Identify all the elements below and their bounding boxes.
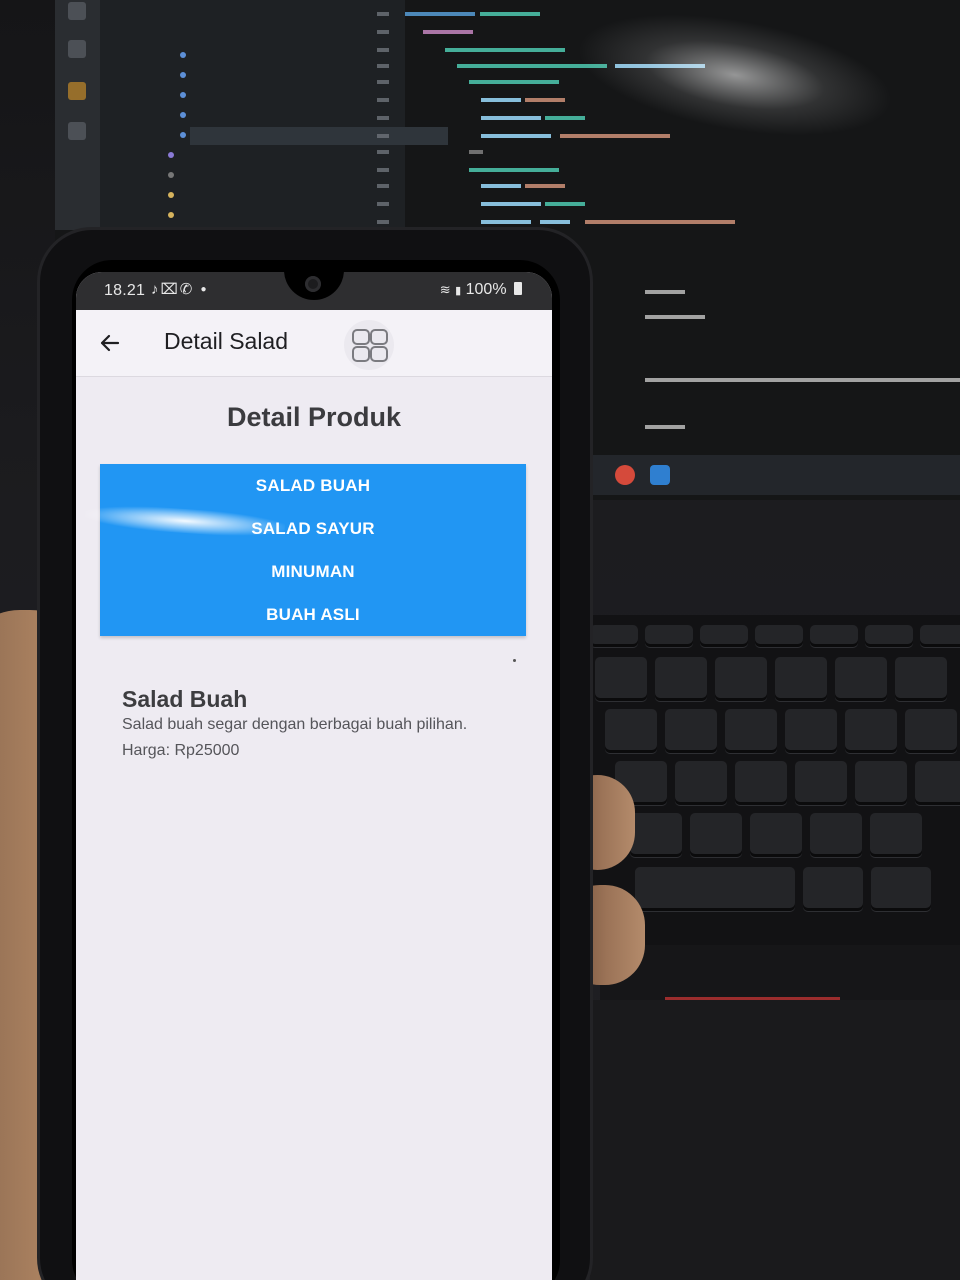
vscode-icon [650, 465, 670, 485]
explorer-row [180, 50, 192, 61]
keyboard-key [735, 761, 787, 805]
tiktok-icon: ♪ [151, 281, 161, 298]
chrome-icon [615, 465, 635, 485]
buah-asli-button[interactable]: BUAH ASLI [100, 593, 526, 636]
keyboard-key [700, 625, 748, 647]
testing-icon [68, 122, 86, 140]
keyboard-key [590, 625, 638, 647]
explorer-row [168, 190, 180, 201]
explorer-row [180, 110, 192, 121]
explorer-row [168, 150, 180, 161]
product-description: Salad buah segar dengan berbagai buah pi… [122, 716, 468, 733]
keyboard-key [810, 813, 862, 857]
editor-file-explorer [100, 0, 448, 230]
status-time: 18.21 [104, 282, 146, 299]
keyboard-key [595, 657, 647, 701]
status-right: ≋ ▮ 100% [440, 281, 522, 299]
keyboard-key [785, 709, 837, 753]
keyboard-key [755, 625, 803, 647]
keyboard-key [915, 761, 960, 805]
wifi-icon: ≋ [439, 282, 451, 297]
keyboard-key [715, 657, 767, 701]
battery-icon [514, 282, 522, 295]
salad-buah-button[interactable]: SALAD BUAH [100, 464, 526, 507]
status-bar: 18.21 ♪⌧✆ ● ≋ ▮ 100% [76, 272, 552, 310]
explorer-row [168, 210, 180, 221]
keyboard-key [725, 709, 777, 753]
notification-icons: ♪⌧✆ ● [151, 280, 209, 298]
capcut-icon: ⌧ [160, 281, 180, 298]
phone-screen: 18.21 ♪⌧✆ ● ≋ ▮ 100% Detail Salad Detail… [76, 272, 552, 1280]
keyboard-key [803, 867, 863, 911]
keyboard-key [865, 625, 913, 647]
laptop-taskbar [585, 455, 960, 495]
editor-activity-bar [55, 0, 100, 230]
whatsapp-icon: ✆ [179, 281, 195, 298]
keyboard-key [775, 657, 827, 701]
keyboard-key [835, 657, 887, 701]
keyboard-key [645, 625, 693, 647]
keyboard-key [635, 867, 795, 911]
keyboard-key [871, 867, 931, 911]
keyboard-key [895, 657, 947, 701]
category-menu: SALAD BUAH SALAD SAYUR MINUMAN BUAH ASLI [84, 464, 526, 636]
front-camera [305, 276, 321, 292]
keyboard-key [605, 709, 657, 753]
photo-scene: 18.21 ♪⌧✆ ● ≋ ▮ 100% Detail Salad Detail… [0, 0, 960, 1280]
keyboard-key [795, 761, 847, 805]
keyboard-key [675, 761, 727, 805]
keyboard-key [845, 709, 897, 753]
files-icon [68, 2, 86, 20]
keyboard-key [870, 813, 922, 857]
header-title: Detail Salad [164, 328, 289, 354]
keyboard-key [665, 709, 717, 753]
battery-level: 100% [465, 281, 507, 298]
grid-icon[interactable] [344, 320, 394, 370]
keyboard-key [920, 625, 960, 647]
navigation-bar [76, 1272, 552, 1280]
keyboard-key [855, 761, 907, 805]
keyboard-key [905, 709, 957, 753]
keyboard-key [690, 813, 742, 857]
keyboard-key [750, 813, 802, 857]
notification-dot-icon: ● [200, 284, 209, 295]
explorer-row [168, 170, 180, 181]
keyboard-key [810, 625, 858, 647]
explorer-row [180, 70, 192, 81]
product-price: Harga: Rp25000 [122, 742, 240, 759]
arrow-left-icon[interactable] [96, 329, 124, 357]
explorer-row [180, 130, 192, 141]
keyboard-key [630, 813, 682, 857]
debug-icon [68, 40, 86, 58]
trackpad-buttons [600, 945, 960, 1000]
minuman-button[interactable]: MINUMAN [100, 550, 526, 593]
explorer-row [168, 10, 180, 21]
signal-icon: ▮ [455, 285, 462, 297]
explorer-row [180, 90, 192, 101]
product-name: Salad Buah [122, 686, 248, 712]
laptop-touchpad [590, 1000, 960, 1280]
keyboard-key [655, 657, 707, 701]
page-title: Detail Produk [226, 402, 402, 432]
screen-speck [513, 659, 516, 662]
app-header: Detail Salad [76, 310, 552, 377]
extensions-icon [68, 82, 86, 100]
explorer-row [168, 30, 180, 41]
